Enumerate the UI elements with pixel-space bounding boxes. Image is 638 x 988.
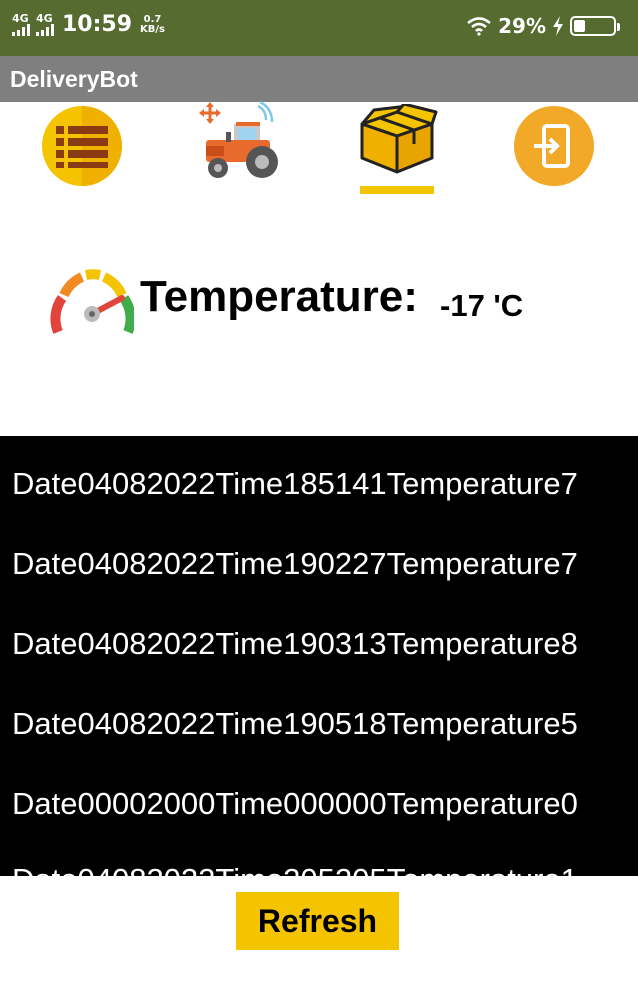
battery-icon <box>570 16 620 36</box>
status-right: 29% <box>466 14 620 38</box>
list-item: Date04082022Time205205Temperature1 <box>12 862 578 876</box>
robot-tractor-icon[interactable] <box>196 100 282 186</box>
app-title: DeliveryBot <box>10 66 138 92</box>
package-box-icon[interactable] <box>356 104 438 176</box>
signal-1-icon: 4G <box>12 13 30 36</box>
wifi-icon <box>467 17 491 36</box>
list-item: Date04082022Time190518Temperature5 <box>12 706 578 741</box>
refresh-button[interactable]: Refresh <box>236 892 399 950</box>
network-type-1: 4G <box>12 12 29 25</box>
temperature-value: -17 'C <box>440 288 524 323</box>
list-item: Date00002000Time000000Temperature0 <box>12 786 578 821</box>
exit-door-icon[interactable] <box>512 104 596 188</box>
battery-percent: 29% <box>498 14 546 38</box>
list-item: Date04082022Time185141Temperature7 <box>12 466 578 501</box>
signal-2-icon: 4G <box>36 13 54 36</box>
list-menu-icon[interactable] <box>40 104 124 188</box>
charging-bolt-icon <box>553 16 563 36</box>
status-left: 4G 4G 10:59 0.7 KB/s <box>12 12 165 37</box>
selected-tab-indicator <box>360 186 434 194</box>
temperature-log-list[interactable]: Date04082022Time185141Temperature7 Date0… <box>0 436 638 876</box>
network-speed-unit: KB/s <box>140 23 166 35</box>
temperature-label: Temperature: <box>140 272 418 321</box>
battery-level <box>574 20 585 32</box>
network-speed-value: 0.7 <box>143 13 162 25</box>
network-speed: 0.7 KB/s <box>140 13 166 35</box>
list-item: Date04082022Time190227Temperature7 <box>12 546 578 581</box>
app-bar: DeliveryBot <box>0 56 638 102</box>
gauge-icon <box>50 269 134 334</box>
list-item: Date04082022Time190313Temperature8 <box>12 626 578 661</box>
clock: 10:59 <box>62 12 133 37</box>
network-type-2: 4G <box>36 12 53 25</box>
temperature-row: Temperature: -17 'C <box>50 266 610 346</box>
status-bar: 4G 4G 10:59 0.7 KB/s 29% <box>0 0 638 56</box>
